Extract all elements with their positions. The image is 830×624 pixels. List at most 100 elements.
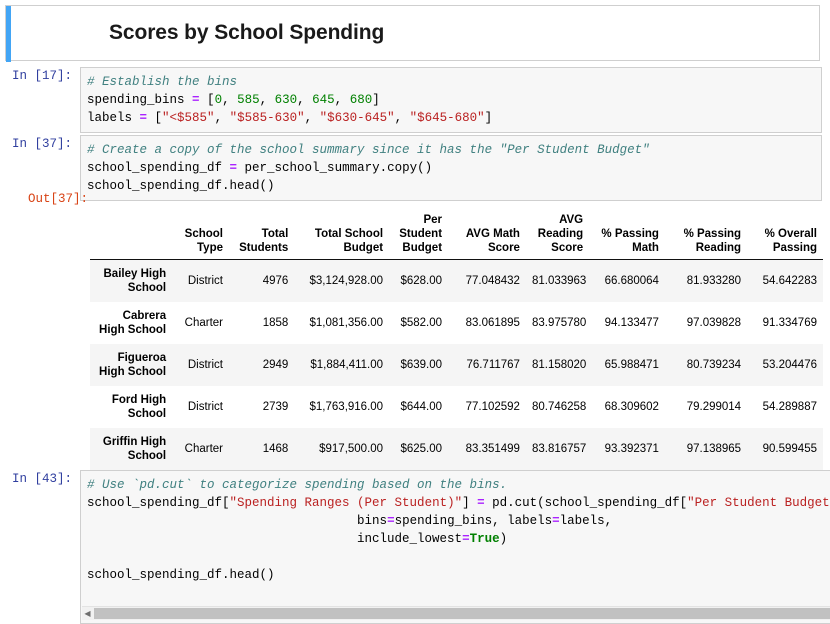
code-line: # Establish the bins <box>87 73 817 91</box>
code-token-plain: ] <box>462 496 478 510</box>
header-index <box>90 212 173 260</box>
cell-pct-overall-passing: 53.204476 <box>762 359 817 371</box>
cell-total-school-budget: $917,500.00 <box>319 443 384 455</box>
code-token-operator: = <box>552 514 560 528</box>
cell-pct-passing-reading: 81.933280 <box>686 275 742 287</box>
notebook-canvas: Scores by School Spending In [17]: # Est… <box>0 0 830 624</box>
code-token-plain: , <box>297 93 313 107</box>
cell-total-school-budget: $1,081,356.00 <box>309 317 384 329</box>
input-prompt-43[interactable]: In [43]: <box>0 470 80 488</box>
code-token-string: "$585-630" <box>229 111 305 125</box>
code-token-name: spending_bins <box>87 93 193 107</box>
code-token-comment: # Use `pd.cut` to categorize spending ba… <box>87 478 508 492</box>
code-token-operator: = <box>477 496 485 510</box>
cell-school-type: District <box>187 359 223 371</box>
code-token-plain: per_school_summary.copy() <box>237 161 433 175</box>
cell-total-students: 2949 <box>262 359 289 371</box>
code-token-plain: bins <box>87 514 388 528</box>
cell-per-student-budget: $582.00 <box>400 317 443 329</box>
code-line: spending_bins = [0, 585, 630, 645, 680] <box>87 91 817 109</box>
table-row: Ford High School District 2739 $1,763,91… <box>90 386 823 428</box>
row-index: Cabrera High School <box>99 310 167 336</box>
code-cell-43[interactable]: In [43]: # Use `pd.cut` to categorize sp… <box>0 470 830 624</box>
code-token-operator: = <box>192 93 200 107</box>
code-token-plain: school_spending_df[ <box>87 496 230 510</box>
cell-pct-overall-passing: 91.334769 <box>762 317 817 329</box>
code-token-plain: [ <box>147 111 163 125</box>
cell-school-type: Charter <box>184 443 223 455</box>
cell-total-students: 1858 <box>262 317 289 329</box>
code-token-operator: = <box>229 161 238 175</box>
page-title: Scores by School Spending <box>109 21 385 44</box>
code-token-number: 0 <box>214 93 223 107</box>
cell-pct-overall-passing: 54.289887 <box>762 401 817 413</box>
code-token-plain: , <box>259 93 275 107</box>
scrollbar-thumb[interactable] <box>94 608 830 619</box>
code-token-operator: = <box>387 514 395 528</box>
markdown-cell-title[interactable]: Scores by School Spending <box>5 5 820 62</box>
cell-pct-passing-math: 93.392371 <box>604 443 659 455</box>
header-avg-math-score: AVG Math Score <box>448 212 526 260</box>
table-row: Cabrera High School Charter 1858 $1,081,… <box>90 302 823 344</box>
code-token-plain: [ <box>199 93 215 107</box>
code-editor-43-container[interactable]: # Use `pd.cut` to categorize spending ba… <box>80 470 830 624</box>
code-editor-17[interactable]: # Establish the bins spending_bins = [0, … <box>80 67 822 133</box>
input-prompt-17[interactable]: In [17]: <box>0 67 80 85</box>
row-index: Bailey High School <box>103 268 167 294</box>
row-index: Griffin High School <box>102 436 167 462</box>
cell-school-type: District <box>187 275 223 287</box>
code-token-name: labels <box>87 111 140 125</box>
cell-pct-passing-math: 65.988471 <box>604 359 659 371</box>
code-token-string: "Per Student Budget" <box>687 496 830 510</box>
code-token-plain: , <box>334 93 350 107</box>
code-token-string: "<$585" <box>162 111 215 125</box>
cell-pct-passing-reading: 97.039828 <box>686 317 742 329</box>
code-token-plain: , <box>304 111 320 125</box>
code-line: labels = ["<$585", "$585-630", "$630-645… <box>87 109 817 127</box>
code-line: school_spending_df = per_school_summary.… <box>87 159 817 177</box>
code-line: school_spending_df["Spending Ranges (Per… <box>87 494 830 512</box>
code-editor-43[interactable]: # Use `pd.cut` to categorize spending ba… <box>81 476 830 602</box>
cell-selection-bar <box>6 6 11 62</box>
code-token-string: "Spending Ranges (Per Student)" <box>229 496 463 510</box>
cell-avg-reading-score: 83.816757 <box>531 443 587 455</box>
cell-pct-passing-reading: 80.739234 <box>686 359 742 371</box>
code-token-plain: labels, <box>559 514 613 528</box>
cell-pct-passing-reading: 79.299014 <box>686 401 742 413</box>
code-token-number: 645 <box>312 93 335 107</box>
code-token-number: 630 <box>274 93 298 107</box>
header-row: School Type Total Students Total School … <box>90 212 823 260</box>
code-token-plain: , <box>222 93 238 107</box>
cell-avg-reading-score: 80.746258 <box>531 401 587 413</box>
cell-school-type: Charter <box>184 317 223 329</box>
dataframe-scroll-area[interactable]: School Type Total Students Total School … <box>90 212 823 470</box>
code-token-plain: ) <box>499 532 508 546</box>
code-cell-17[interactable]: In [17]: # Establish the bins spending_bi… <box>0 67 822 133</box>
header-pct-passing-reading: % Passing Reading <box>664 212 748 260</box>
code-token-plain: ] <box>484 111 493 125</box>
code-line: bins=spending_bins, labels=labels, <box>87 512 830 530</box>
cell-per-student-budget: $628.00 <box>400 275 443 287</box>
cell-avg-reading-score: 81.033963 <box>531 275 587 287</box>
cell-avg-math-score: 77.102592 <box>465 401 520 413</box>
cell-total-school-budget: $1,763,916.00 <box>309 401 384 413</box>
code-token-comment: # Establish the bins <box>87 75 238 89</box>
horizontal-scrollbar[interactable]: ◀ ▶ <box>82 606 830 620</box>
cell-avg-math-score: 77.048432 <box>465 275 520 287</box>
cell-per-student-budget: $644.00 <box>400 401 443 413</box>
input-prompt-37[interactable]: In [37]: <box>0 135 80 153</box>
output-cell-37: Out[37]: School Type Total Students Tota… <box>0 190 830 470</box>
code-token-keyword: True <box>469 532 500 546</box>
code-line: # Use `pd.cut` to categorize spending ba… <box>87 476 830 494</box>
table-row: Bailey High School District 4976 $3,124,… <box>90 259 823 302</box>
code-token-number: 585 <box>237 93 260 107</box>
header-total-school-budget: Total School Budget <box>294 212 390 260</box>
cell-pct-passing-reading: 97.138965 <box>686 443 742 455</box>
code-line: school_spending_df.head() <box>87 566 830 584</box>
dataframe-body: Bailey High School District 4976 $3,124,… <box>90 259 823 470</box>
code-token-plain: include_lowest <box>87 532 463 546</box>
scroll-left-arrow[interactable]: ◀ <box>82 608 93 619</box>
cell-total-school-budget: $1,884,411.00 <box>310 359 384 371</box>
cell-total-students: 4976 <box>262 275 289 287</box>
